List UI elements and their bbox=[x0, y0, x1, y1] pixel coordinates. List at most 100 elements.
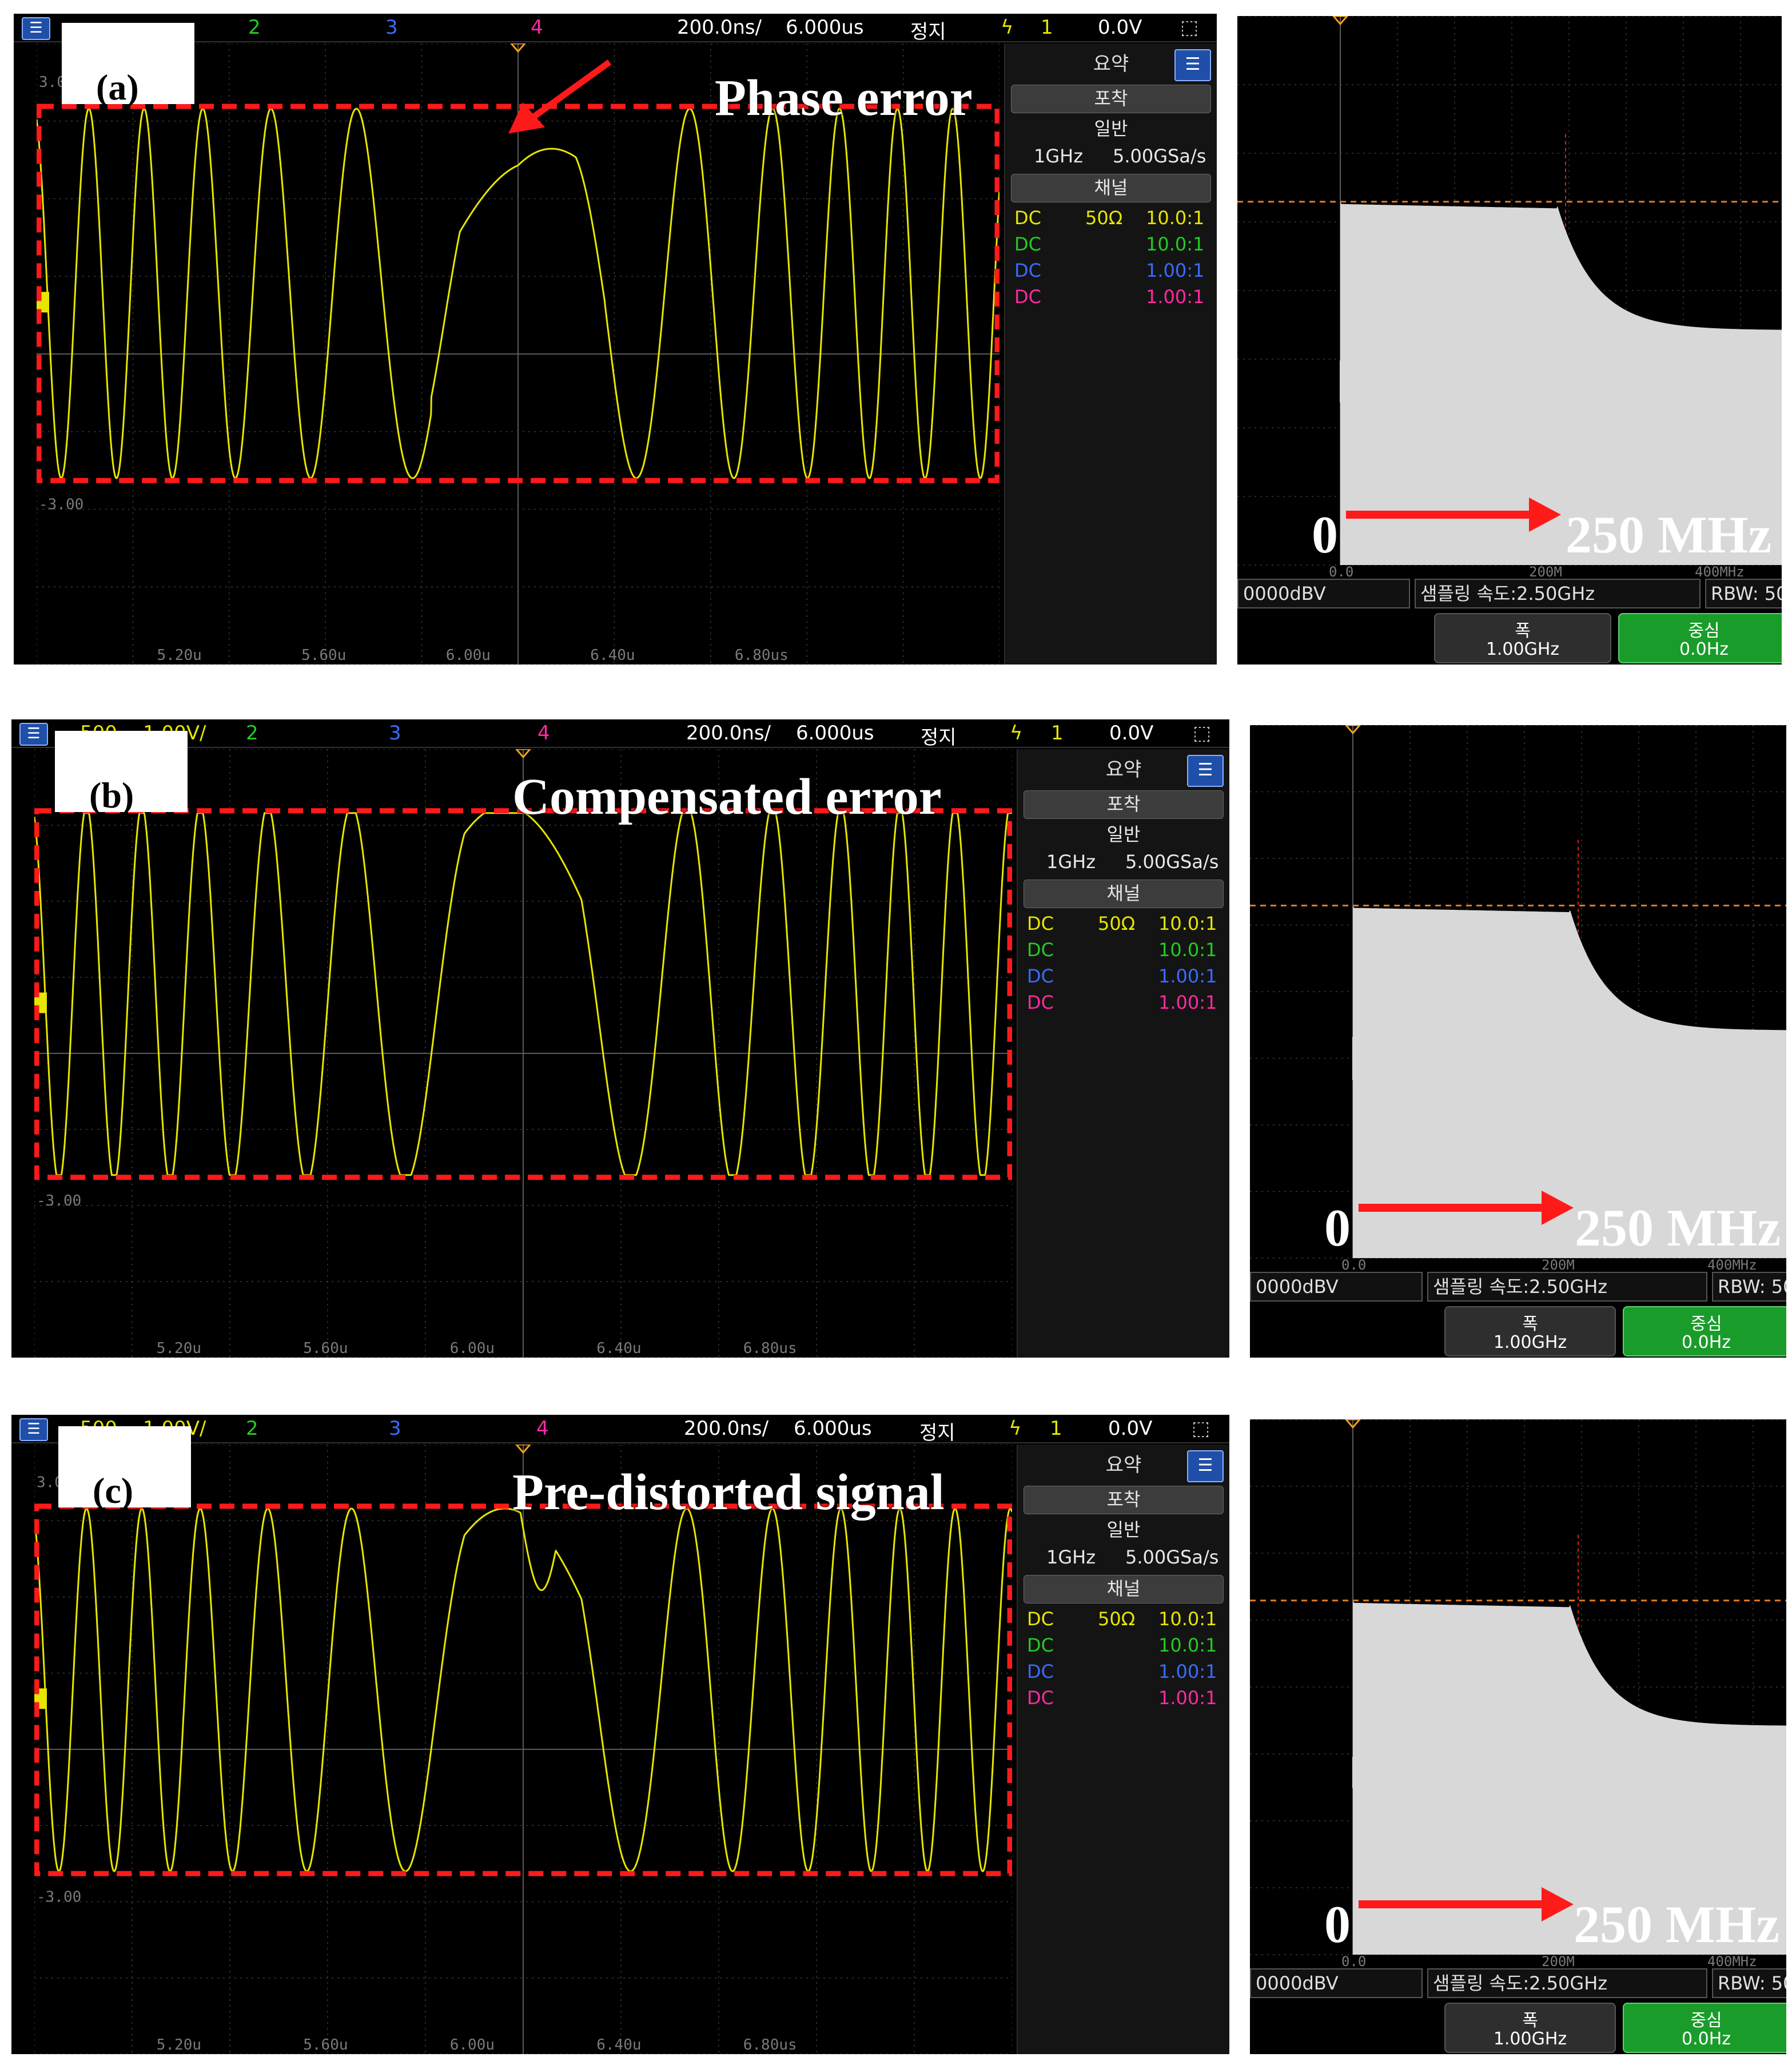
acquire-mode: 일반 bbox=[1094, 118, 1128, 140]
rbw-readout[interactable]: RBW: 50 bbox=[1712, 1272, 1786, 1302]
channel-4-indicator[interactable]: 4 bbox=[531, 16, 543, 39]
timebase-readout[interactable]: 200.0ns/ bbox=[684, 1417, 768, 1440]
band-start-label: 0 bbox=[1324, 1199, 1351, 1257]
trigger-source[interactable]: 1 bbox=[1050, 1417, 1062, 1440]
channel-2-indicator[interactable]: 2 bbox=[248, 16, 261, 39]
span-button[interactable]: 폭 1.00GHz bbox=[1434, 613, 1611, 663]
panel-menu-icon[interactable]: ☰ bbox=[1187, 1450, 1224, 1482]
span-value: 1.00GHz bbox=[1486, 639, 1560, 659]
channel-row[interactable]: DC 1.00:1 bbox=[1011, 286, 1211, 312]
panel-label-box: (a) bbox=[62, 23, 194, 108]
channel-row[interactable]: DC 1.00:1 bbox=[1011, 260, 1211, 286]
channel-row[interactable]: DC 50Ω 10.0:1 bbox=[1024, 913, 1224, 939]
summary-panel: 요약 ☰ 포착 일반 1GHz 5.00GSa/s 채널 DC 50Ω 10.0:1… bbox=[1004, 43, 1217, 665]
channel-coupling: DC bbox=[1027, 913, 1054, 934]
ref-level[interactable]: 0000dBV bbox=[1250, 1272, 1423, 1302]
ref-level[interactable]: 0000dBV bbox=[1250, 1968, 1423, 1998]
span-button[interactable]: 폭 1.00GHz bbox=[1444, 1306, 1616, 1356]
menu-icon[interactable]: ☰ bbox=[19, 723, 48, 746]
timebase-readout[interactable]: 200.0ns/ bbox=[677, 16, 762, 39]
channel-probe: 10.0:1 bbox=[1158, 1608, 1217, 1630]
acquire-header[interactable]: 포착 bbox=[1024, 790, 1224, 819]
channel-row[interactable]: DC 50Ω 10.0:1 bbox=[1024, 1608, 1224, 1634]
channel-header[interactable]: 채널 bbox=[1024, 1575, 1224, 1604]
panel-label: (b) bbox=[89, 775, 134, 815]
span-value: 1.00GHz bbox=[1493, 2029, 1567, 2049]
arrow-head-icon bbox=[508, 102, 545, 134]
x-axis-tick-label: 6.40u bbox=[590, 647, 635, 664]
run-status[interactable]: 정지 bbox=[910, 16, 946, 44]
channel-2-indicator[interactable]: 2 bbox=[246, 722, 258, 745]
channel-row[interactable]: DC 1.00:1 bbox=[1024, 1687, 1224, 1713]
menu-icon[interactable]: ☰ bbox=[19, 1418, 48, 1441]
panel-menu-icon[interactable]: ☰ bbox=[1187, 755, 1224, 787]
rbw-readout[interactable]: RBW: 50 bbox=[1712, 1968, 1786, 1998]
delay-readout[interactable]: 6.000us bbox=[786, 16, 864, 39]
channel-coupling: DC bbox=[1027, 965, 1054, 987]
trigger-level[interactable]: 0.0V bbox=[1098, 16, 1142, 39]
panel-menu-icon[interactable]: ☰ bbox=[1174, 49, 1211, 81]
channel-4-indicator[interactable]: 4 bbox=[536, 1417, 549, 1440]
waveform-grid[interactable]: -3.00 5.20u 5.60u 6.00u 6.40u 6.80us bbox=[34, 749, 1012, 1358]
channel-row[interactable]: DC 1.00:1 bbox=[1024, 965, 1224, 992]
center-button[interactable]: 중심 0.0Hz bbox=[1623, 1306, 1786, 1356]
run-status[interactable]: 정지 bbox=[921, 722, 957, 750]
channel-row[interactable]: DC 10.0:1 bbox=[1011, 233, 1211, 260]
channel-2-indicator[interactable]: 2 bbox=[246, 1417, 258, 1440]
delay-readout[interactable]: 6.000us bbox=[796, 722, 874, 745]
channel-row[interactable]: DC 1.00:1 bbox=[1024, 992, 1224, 1018]
acquire-header[interactable]: 포착 bbox=[1024, 1486, 1224, 1514]
waveform-grid[interactable]: 3.00 -3.00 5.20u 5.60u 6.00u 6.40u 6.80us bbox=[34, 1445, 1012, 2054]
center-button[interactable]: 중심 0.0Hz bbox=[1618, 613, 1782, 663]
run-status[interactable]: 정지 bbox=[919, 1417, 955, 1445]
trigger-icon: ϟ bbox=[1010, 722, 1023, 745]
trigger-source[interactable]: 1 bbox=[1041, 16, 1053, 39]
center-value: 0.0Hz bbox=[1681, 2029, 1731, 2049]
channel-probe: 1.00:1 bbox=[1158, 992, 1217, 1013]
channel-header[interactable]: 채널 bbox=[1024, 880, 1224, 908]
channel-row[interactable]: DC 50Ω 10.0:1 bbox=[1011, 207, 1211, 233]
center-value: 0.0Hz bbox=[1679, 639, 1729, 659]
channel-row[interactable]: DC 10.0:1 bbox=[1024, 1634, 1224, 1661]
menu-icon[interactable]: ☰ bbox=[22, 17, 50, 40]
fft-screen-a: 0.0 200M 400MHz 0 250 MHz 0000dBV 샘플링 속도:2… bbox=[1237, 16, 1782, 665]
waveform-grid[interactable]: 3.00 -3.00 5.20u 5.60u 6.00u 6.40u 6.80us bbox=[37, 43, 999, 665]
sample-rate-readout[interactable]: 샘플링 속도:2.50GHz bbox=[1427, 1968, 1707, 1998]
trigger-level[interactable]: 0.0V bbox=[1109, 722, 1153, 745]
channel-header[interactable]: 채널 bbox=[1011, 174, 1211, 202]
frequency-tick-label: 400MHz bbox=[1707, 1953, 1757, 1968]
channel-coupling: DC bbox=[1027, 992, 1054, 1013]
channel-probe: 1.00:1 bbox=[1158, 1661, 1217, 1682]
scope-screen-a: ☰ 2 3 4 200.0ns/ 6.000us 정지 ϟ 1 0.0V ⬚ 3… bbox=[14, 14, 1217, 665]
frequency-tick-label: 400MHz bbox=[1707, 1257, 1757, 1272]
acquire-rates: 1GHz 5.00GSa/s bbox=[1024, 851, 1224, 877]
sample-rate-readout[interactable]: 샘플링 속도:2.50GHz bbox=[1427, 1272, 1707, 1302]
trigger-level[interactable]: 0.0V bbox=[1108, 1417, 1152, 1440]
annotation-text: Compensated error bbox=[512, 769, 942, 825]
y-axis-label-bottom: -3.00 bbox=[39, 496, 83, 514]
ref-level[interactable]: 0000dBV bbox=[1237, 579, 1410, 608]
channel-4-indicator[interactable]: 4 bbox=[537, 722, 550, 745]
delay-readout[interactable]: 6.000us bbox=[794, 1417, 872, 1440]
channel-3-indicator[interactable]: 3 bbox=[389, 1417, 401, 1440]
trigger-source[interactable]: 1 bbox=[1051, 722, 1064, 745]
panel-label: (c) bbox=[93, 1470, 134, 1511]
zoom-box-icon[interactable]: ⬚ bbox=[1180, 16, 1198, 39]
center-button[interactable]: 중심 0.0Hz bbox=[1623, 2003, 1786, 2053]
sample-rate-readout[interactable]: 샘플링 속도:2.50GHz bbox=[1415, 579, 1701, 608]
rbw-readout[interactable]: RBW: 50 bbox=[1705, 579, 1782, 608]
acquire-rates: 1GHz 5.00GSa/s bbox=[1024, 1546, 1224, 1573]
channel-row[interactable]: DC 1.00:1 bbox=[1024, 1661, 1224, 1687]
zoom-box-icon[interactable]: ⬚ bbox=[1193, 722, 1211, 745]
acquire-header[interactable]: 포착 bbox=[1011, 85, 1211, 113]
channel-row[interactable]: DC 10.0:1 bbox=[1024, 939, 1224, 965]
channel-3-indicator[interactable]: 3 bbox=[389, 722, 401, 745]
zoom-box-icon[interactable]: ⬚ bbox=[1192, 1417, 1210, 1440]
trigger-icon: ϟ bbox=[1001, 16, 1014, 39]
sample-rate-value: 5.00GSa/s bbox=[1125, 1546, 1219, 1568]
span-button[interactable]: 폭 1.00GHz bbox=[1444, 2003, 1616, 2053]
timebase-readout[interactable]: 200.0ns/ bbox=[686, 722, 771, 745]
channel-3-indicator[interactable]: 3 bbox=[385, 16, 398, 39]
x-axis-tick-label: 5.20u bbox=[157, 1340, 201, 1357]
channel-coupling: DC bbox=[1014, 207, 1041, 229]
